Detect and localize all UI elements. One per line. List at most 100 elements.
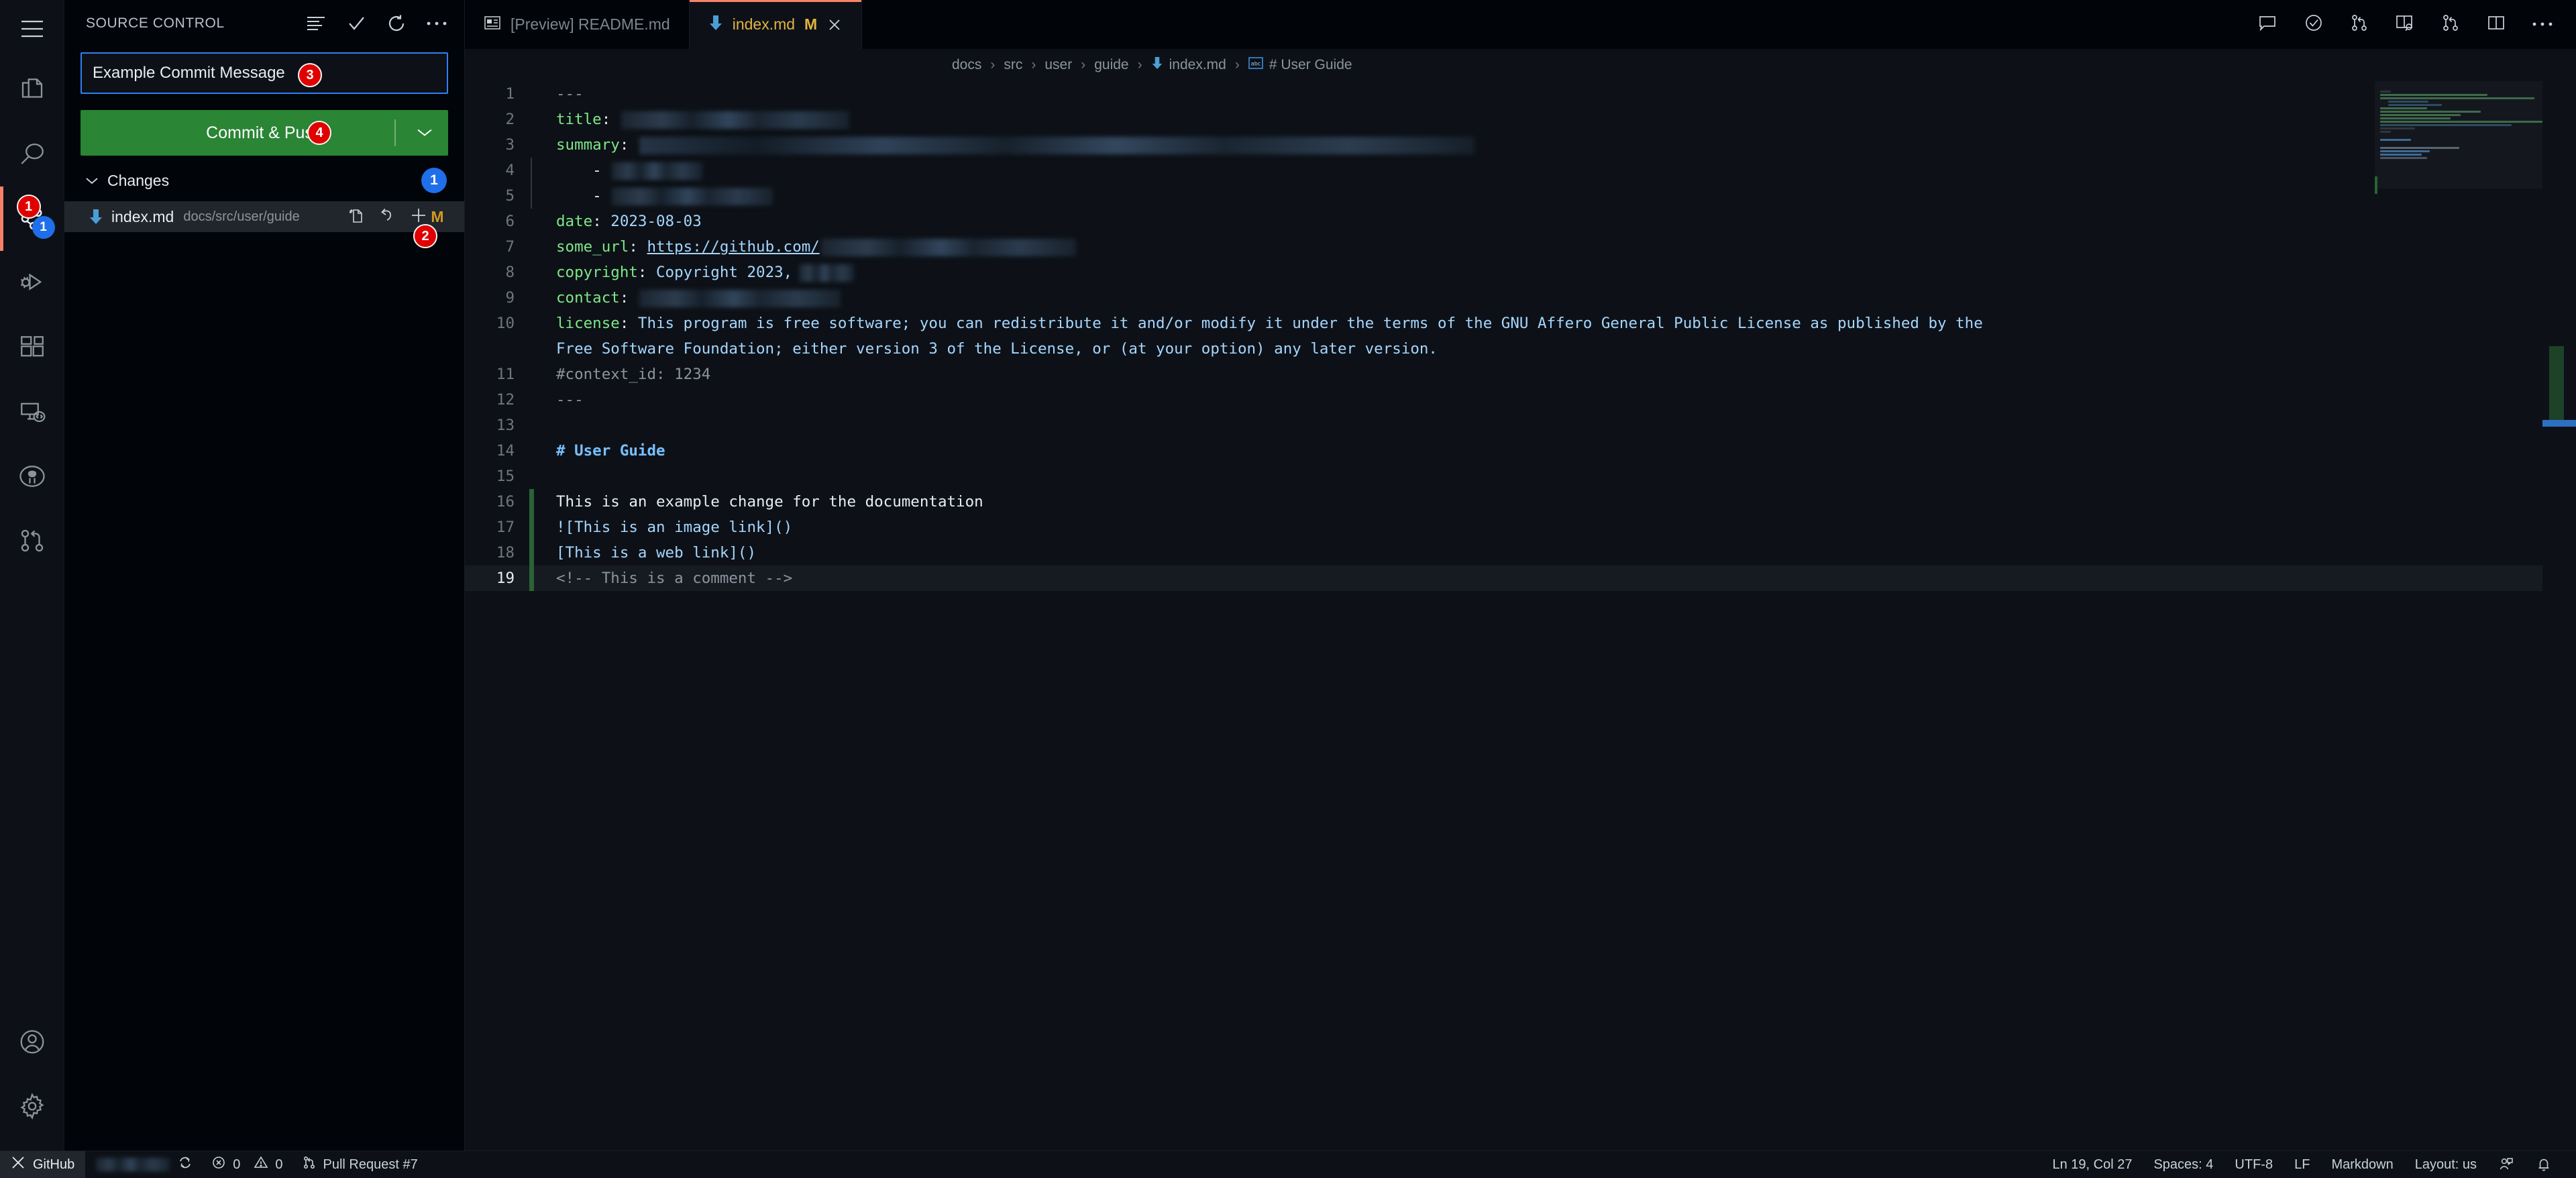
- bell-icon[interactable]: [2526, 1151, 2561, 1178]
- code-line: 18 [This is a web link](): [465, 540, 2576, 566]
- scm-file-row[interactable]: index.md docs/src/user/guide M 2: [64, 201, 464, 248]
- live-share-icon[interactable]: [2489, 1151, 2524, 1178]
- change-bar-added: [529, 566, 534, 591]
- hamburger-menu-button[interactable]: [0, 0, 64, 58]
- split-editor-icon[interactable]: [2486, 13, 2506, 36]
- line-text: -: [534, 183, 774, 209]
- code-line: 11 #context_id: 1234: [465, 362, 2576, 387]
- code-line: 15: [465, 464, 2576, 489]
- tab-preview-readme[interactable]: [Preview] README.md: [465, 0, 690, 49]
- redacted-branch-name: [96, 1158, 170, 1171]
- activity-bar-item-source-control[interactable]: 1 1: [0, 186, 64, 251]
- commit-message-wrap: 3: [64, 52, 464, 94]
- status-pull-request[interactable]: Pull Request #7: [292, 1151, 427, 1178]
- status-encoding[interactable]: UTF-8: [2225, 1151, 2282, 1178]
- check-icon[interactable]: [345, 12, 368, 35]
- discard-icon[interactable]: [378, 207, 396, 227]
- open-file-icon[interactable]: [347, 207, 365, 227]
- list-icon[interactable]: [305, 12, 327, 35]
- preview-side-icon[interactable]: [2395, 13, 2415, 36]
- ellipsis-icon[interactable]: [2532, 19, 2553, 31]
- extensions-icon: [18, 333, 46, 362]
- line-number: 14: [496, 442, 515, 460]
- sync-icon: [178, 1155, 193, 1174]
- chevron-down-icon[interactable]: [416, 123, 433, 143]
- preview-icon: [484, 14, 501, 36]
- breadcrumb-item-user[interactable]: user: [1044, 57, 1072, 73]
- tab-dirty-marker: M: [804, 15, 818, 33]
- line-text: ---: [534, 81, 584, 107]
- activity-bar-item-search[interactable]: [0, 122, 64, 186]
- url-token[interactable]: https://github.com/: [647, 238, 819, 256]
- activity-bar-item-manage[interactable]: [0, 1074, 64, 1138]
- code-line: 16 This is an example change for the doc…: [465, 489, 2576, 515]
- line-text: license: This program is free software; …: [534, 311, 1983, 362]
- status-eol[interactable]: LF: [2285, 1151, 2319, 1178]
- breadcrumb-item-docs[interactable]: docs: [952, 57, 981, 73]
- activity-bar-item-github[interactable]: [0, 444, 64, 508]
- token: :: [601, 111, 620, 128]
- pull-request-icon[interactable]: [2349, 13, 2369, 36]
- activity-bar-item-accounts[interactable]: [0, 1010, 64, 1074]
- chevron-down-icon[interactable]: [85, 176, 99, 185]
- line-text: contact:: [534, 285, 842, 311]
- workbench-body: 1 1 SOURCE CONTROL Example Commit Messag…: [0, 0, 2576, 1150]
- close-icon[interactable]: [826, 17, 843, 33]
- line-text: date: 2023-08-03: [534, 209, 702, 234]
- scm-file-actions: [347, 206, 428, 228]
- activity-bar-item-explorer[interactable]: [0, 58, 64, 122]
- status-language-mode[interactable]: Markdown: [2322, 1151, 2402, 1178]
- token: :: [619, 315, 638, 332]
- warning-triangle-icon: [254, 1155, 268, 1174]
- redacted-text: [612, 187, 773, 205]
- status-branch[interactable]: [85, 1151, 202, 1178]
- breadcrumb-label: # User Guide: [1269, 57, 1352, 72]
- status-remote-indicator[interactable]: GitHub: [0, 1150, 86, 1178]
- editor-content[interactable]: 1 --- 2 title: 3 summary: 4 - 5 - 6 date…: [465, 81, 2576, 1150]
- line-text: <!-- This is a comment -->: [534, 566, 792, 591]
- breadcrumb-separator: ›: [1234, 57, 1240, 72]
- status-remote-label: GitHub: [33, 1157, 75, 1172]
- line-text: ---: [534, 387, 584, 413]
- code-line: 1 ---: [465, 81, 2576, 107]
- breadcrumb-item-src[interactable]: src: [1004, 57, 1022, 73]
- changes-group-header[interactable]: Changes 1: [64, 160, 464, 201]
- overview-ruler[interactable]: [2542, 81, 2576, 1150]
- remote-icon: [11, 1155, 25, 1174]
- check-circle-icon[interactable]: [2304, 13, 2324, 36]
- redacted-text: [799, 264, 855, 282]
- breadcrumb-item-index-md[interactable]: index.md: [1151, 56, 1226, 74]
- commit-and-push-button[interactable]: Commit & Push: [80, 110, 448, 156]
- breadcrumb-label: guide: [1094, 57, 1129, 72]
- status-editor-position[interactable]: Ln 19, Col 27: [2043, 1151, 2141, 1178]
- redacted-text: [621, 111, 849, 129]
- activity-bar-item-extensions[interactable]: [0, 315, 64, 380]
- indent-guide: [529, 158, 534, 183]
- tab-bar-filler: [862, 0, 2235, 49]
- token: <!-- This is a comment -->: [556, 570, 793, 587]
- breadcrumb-label: docs: [952, 57, 982, 72]
- scm-file-path: docs/src/user/guide: [183, 209, 300, 224]
- comment-icon[interactable]: [2258, 13, 2278, 36]
- line-text: [534, 413, 556, 438]
- line-number: 9: [505, 289, 515, 307]
- activity-bar-item-run-and-debug[interactable]: [0, 251, 64, 315]
- code-line: 6 date: 2023-08-03: [465, 209, 2576, 234]
- source-control-graph-icon[interactable]: [2440, 13, 2461, 36]
- status-problems[interactable]: 0 0: [202, 1151, 292, 1178]
- editor-toolbar-actions: [2235, 0, 2576, 49]
- refresh-icon[interactable]: [385, 12, 408, 35]
- ellipsis-icon[interactable]: [425, 12, 448, 35]
- tab-index-md[interactable]: index.md M: [689, 0, 863, 49]
- change-bar: [529, 438, 534, 464]
- breadcrumb-separator: ›: [1137, 57, 1142, 72]
- breadcrumb-item-guide[interactable]: guide: [1094, 57, 1128, 73]
- commit-message-input[interactable]: [80, 52, 448, 94]
- code-line: 17 ![This is an image link](): [465, 515, 2576, 540]
- annotation-marker-2: 2: [413, 224, 437, 248]
- breadcrumb-item-user-guide-symbol[interactable]: abc # User Guide: [1248, 56, 1352, 74]
- activity-bar-item-remote-explorer[interactable]: [0, 380, 64, 444]
- status-indentation[interactable]: Spaces: 4: [2144, 1151, 2222, 1178]
- activity-bar-item-pull-requests[interactable]: [0, 508, 64, 573]
- status-keyboard-layout[interactable]: Layout: us: [2406, 1151, 2486, 1178]
